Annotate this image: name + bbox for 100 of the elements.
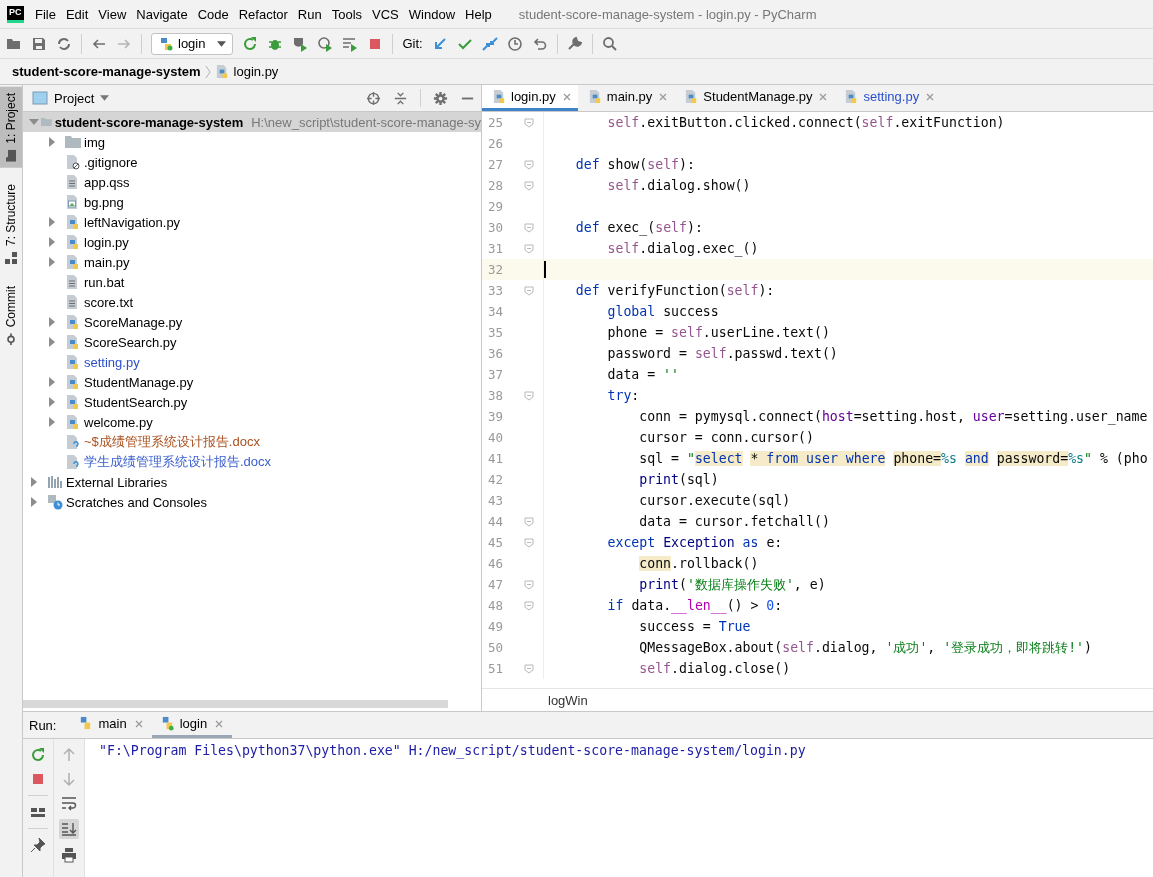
fold-marker-icon[interactable]: [523, 663, 534, 674]
panel-title[interactable]: Project: [54, 90, 95, 106]
fold-marker-icon[interactable]: [523, 579, 534, 590]
close-icon[interactable]: [133, 718, 144, 729]
breadcrumb-project[interactable]: student-score-manage-system: [12, 64, 201, 79]
fold-marker-icon[interactable]: [523, 600, 534, 611]
menu-item[interactable]: Refactor: [233, 6, 293, 22]
run-configuration-dropdown[interactable]: login: [151, 32, 234, 55]
fold-marker-icon[interactable]: [523, 243, 534, 254]
close-icon[interactable]: [561, 91, 572, 102]
collapsed-arrow-icon[interactable]: [47, 237, 57, 247]
fold-marker-icon[interactable]: [523, 285, 534, 296]
caret-icon[interactable]: [100, 95, 110, 101]
close-icon[interactable]: [925, 91, 936, 102]
merge-arrows-icon[interactable]: [481, 35, 498, 52]
down-arrow-icon[interactable]: [61, 771, 77, 787]
fold-marker-icon[interactable]: [523, 516, 534, 527]
scroll-to-end-icon[interactable]: [59, 819, 79, 839]
collapsed-arrow-icon[interactable]: [47, 377, 57, 387]
tool-window-tab[interactable]: 1: Project: [0, 87, 22, 168]
menu-item[interactable]: Tools: [326, 6, 368, 22]
print-icon[interactable]: [61, 847, 77, 863]
tree-item[interactable]: student-score-manage-system H:\new_script\student-score-manage-sy: [23, 112, 481, 132]
tree-item[interactable]: ScoreSearch.py: [23, 332, 481, 352]
tree-item[interactable]: img: [23, 132, 481, 152]
menu-item[interactable]: Navigate: [131, 6, 193, 22]
breadcrumb-file[interactable]: login.py: [233, 64, 279, 79]
editor-tab[interactable]: login.py: [482, 85, 578, 111]
history-clock-icon[interactable]: [506, 35, 523, 52]
crosshair-icon[interactable]: [366, 90, 381, 106]
stop-icon[interactable]: [30, 771, 46, 787]
menu-item[interactable]: View: [93, 6, 132, 22]
tree-item[interactable]: 学生成绩管理系统设计报告.docx: [23, 452, 481, 472]
tree-item[interactable]: score.txt: [23, 292, 481, 312]
tool-window-tab[interactable]: Commit: [0, 279, 22, 352]
wrench-icon[interactable]: [566, 35, 583, 52]
tree-item[interactable]: ~$成绩管理系统设计报告.docx: [23, 432, 481, 452]
fold-marker-icon[interactable]: [523, 222, 534, 233]
rerun-icon[interactable]: [242, 35, 259, 52]
fold-marker-icon[interactable]: [523, 159, 534, 170]
tree-item[interactable]: StudentSearch.py: [23, 392, 481, 412]
tree-item[interactable]: app.qss: [23, 172, 481, 192]
save-icon[interactable]: [31, 35, 47, 52]
collapsed-arrow-icon[interactable]: [47, 137, 57, 147]
undo-icon[interactable]: [531, 35, 548, 52]
search-icon[interactable]: [601, 35, 618, 52]
menu-item[interactable]: Help: [460, 6, 497, 22]
close-icon[interactable]: [658, 91, 669, 102]
collapsed-arrow-icon[interactable]: [47, 417, 57, 427]
menu-item[interactable]: Window: [403, 6, 461, 22]
menu-item[interactable]: File: [30, 6, 61, 22]
editor-tab[interactable]: StudentManage.py: [674, 85, 835, 111]
fold-marker-icon[interactable]: [523, 180, 534, 191]
pin-icon[interactable]: [30, 837, 46, 853]
rerun-icon[interactable]: [30, 747, 46, 763]
collapsed-arrow-icon[interactable]: [47, 337, 57, 347]
text-cursor: [544, 261, 546, 278]
fold-marker-icon[interactable]: [523, 537, 534, 548]
tree-item[interactable]: leftNavigation.py: [23, 212, 481, 232]
tree-item[interactable]: run.bat: [23, 272, 481, 292]
collapsed-arrow-icon[interactable]: [29, 497, 39, 507]
menu-item[interactable]: Run: [292, 6, 327, 22]
run-tab[interactable]: login: [151, 712, 233, 738]
editor-tab[interactable]: main.py: [577, 85, 675, 111]
scrollbar-thumb[interactable]: [23, 700, 448, 708]
tree-item[interactable]: welcome.py: [23, 412, 481, 432]
fold-marker-icon[interactable]: [523, 390, 534, 401]
soft-wrap-icon[interactable]: [61, 795, 77, 811]
fold-marker-icon[interactable]: [523, 117, 534, 128]
close-icon[interactable]: [214, 718, 225, 729]
up-arrow-icon[interactable]: [61, 747, 77, 763]
refresh-icon[interactable]: [56, 35, 72, 52]
tree-item[interactable]: Scratches and Consoles: [23, 492, 481, 512]
tree-item[interactable]: setting.py: [23, 352, 481, 372]
expanded-arrow-icon[interactable]: [29, 117, 39, 127]
tree-item[interactable]: External Libraries: [23, 472, 481, 492]
collapsed-arrow-icon[interactable]: [47, 397, 57, 407]
collapsed-arrow-icon[interactable]: [47, 317, 57, 327]
code-breadcrumb[interactable]: logWin: [548, 692, 588, 708]
tree-item[interactable]: main.py: [23, 252, 481, 272]
run-tab[interactable]: main: [70, 712, 152, 738]
close-icon[interactable]: [818, 91, 829, 102]
collapse-all-icon[interactable]: [393, 90, 408, 106]
tree-item[interactable]: StudentManage.py: [23, 372, 481, 392]
collapsed-arrow-icon[interactable]: [47, 257, 57, 267]
editor-tab[interactable]: setting.py: [834, 85, 942, 111]
tool-window-tab[interactable]: 7: Structure: [0, 177, 22, 270]
clock-play-icon[interactable]: [317, 35, 334, 52]
tree-item[interactable]: ScoreManage.py: [23, 312, 481, 332]
shield-play-icon[interactable]: [292, 35, 309, 52]
tree-item[interactable]: bg.png: [23, 192, 481, 212]
collapsed-arrow-icon[interactable]: [29, 477, 39, 487]
menu-item[interactable]: Edit: [60, 6, 94, 22]
menu-item[interactable]: VCS: [367, 6, 404, 22]
menu-item[interactable]: Code: [192, 6, 234, 22]
list-play-icon[interactable]: [342, 35, 359, 52]
tree-item[interactable]: login.py: [23, 232, 481, 252]
collapsed-arrow-icon[interactable]: [47, 217, 57, 227]
settings-icon[interactable]: [433, 90, 448, 106]
tree-item[interactable]: .gitignore: [23, 152, 481, 172]
